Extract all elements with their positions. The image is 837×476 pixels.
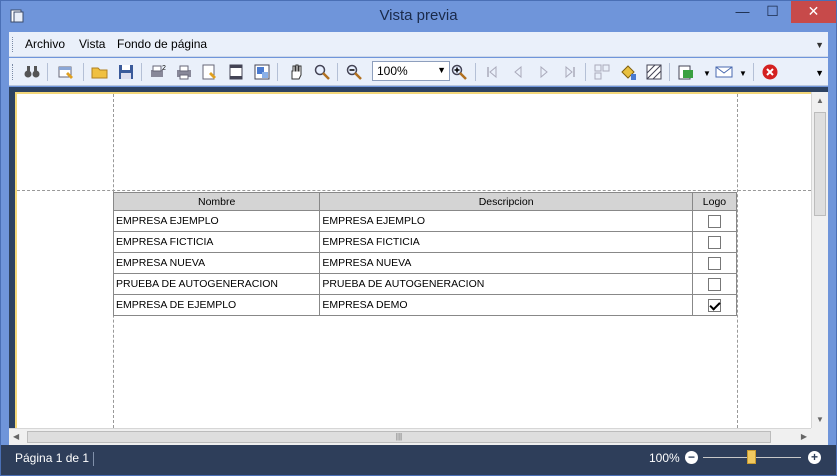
menubar-overflow-icon[interactable]: ▼ xyxy=(815,40,824,50)
logo-checkbox xyxy=(707,277,721,291)
zoom-in-icon[interactable] xyxy=(450,63,468,81)
cell-nombre: EMPRESA NUEVA xyxy=(112,252,321,274)
table-row: EMPRESA EJEMPLO EMPRESA EJEMPLO xyxy=(112,210,738,232)
fill-background-icon[interactable] xyxy=(619,63,637,81)
right-margin-line xyxy=(737,94,738,428)
email-dropdown-icon[interactable]: ▼ xyxy=(739,69,747,78)
print-setup-icon[interactable]: 2 xyxy=(149,63,167,81)
cell-descripcion: EMPRESA NUEVA xyxy=(319,252,693,274)
cell-descripcion: EMPRESA EJEMPLO xyxy=(319,210,693,232)
menu-fondo-de-pagina[interactable]: Fondo de página xyxy=(117,37,207,51)
vertical-scrollbar[interactable]: ▲ ▼ xyxy=(811,92,828,428)
cell-logo xyxy=(691,210,738,232)
toolbar-grip[interactable] xyxy=(12,64,15,80)
zoom-out-icon[interactable] xyxy=(345,63,363,81)
logo-checkbox xyxy=(707,256,721,270)
window-title: Vista previa xyxy=(379,7,458,24)
cell-logo xyxy=(691,273,738,295)
scroll-left-icon[interactable]: ◀ xyxy=(13,432,19,441)
cell-nombre: EMPRESA FICTICIA xyxy=(112,231,321,253)
svg-text:2: 2 xyxy=(162,65,166,72)
cell-nombre: EMPRESA DE EJEMPLO xyxy=(112,294,321,316)
chevron-down-icon[interactable]: ▼ xyxy=(437,65,446,75)
zoom-combo-value: 100% xyxy=(377,64,408,78)
cell-descripcion: EMPRESA DEMO xyxy=(319,294,693,316)
menubar-grip[interactable] xyxy=(12,37,15,52)
scroll-right-icon[interactable]: ▶ xyxy=(801,432,807,441)
zoom-slider-thumb[interactable] xyxy=(747,450,756,464)
menu-vista[interactable]: Vista xyxy=(79,37,105,51)
table-row: EMPRESA NUEVA EMPRESA NUEVA xyxy=(112,252,738,274)
scroll-down-icon[interactable]: ▼ xyxy=(816,415,824,424)
menu-archivo[interactable]: Archivo xyxy=(25,37,65,51)
report-table-body: EMPRESA EJEMPLO EMPRESA EJEMPLO EMPRESA FI… xyxy=(112,210,738,316)
preview-viewport[interactable]: Nombre Descripcion Logo EMPRESA EJEMPLO E… xyxy=(9,87,828,445)
cell-logo xyxy=(691,231,738,253)
header-band-line xyxy=(17,190,811,191)
page-indicator: Página 1 de 1 xyxy=(15,451,90,465)
next-page-icon[interactable] xyxy=(535,63,553,81)
scale-icon[interactable] xyxy=(253,63,271,81)
status-bar: Página 1 de 1 100% − + xyxy=(1,445,836,475)
save-icon[interactable] xyxy=(117,63,135,81)
page-setup-icon[interactable] xyxy=(227,63,245,81)
minimize-button[interactable]: — xyxy=(729,1,756,23)
close-window-button[interactable]: ✕ xyxy=(791,1,836,23)
column-header-descripcion: Descripcion xyxy=(319,192,693,211)
zoom-combo[interactable]: 100% ▼ xyxy=(372,61,450,81)
menu-bar: Archivo Vista Fondo de página ▼ xyxy=(9,32,828,57)
table-header-row: Nombre Descripcion Logo xyxy=(112,192,738,211)
cell-logo xyxy=(691,252,738,274)
quick-print-icon[interactable] xyxy=(201,63,219,81)
send-email-icon[interactable] xyxy=(715,63,733,81)
horizontal-scroll-thumb[interactable]: ||| xyxy=(27,431,771,443)
maximize-button[interactable]: ☐ xyxy=(759,1,786,23)
zoom-plus-button[interactable]: + xyxy=(808,451,821,464)
export-icon[interactable] xyxy=(677,63,695,81)
table-row: EMPRESA FICTICIA EMPRESA FICTICIA xyxy=(112,231,738,253)
last-page-icon[interactable] xyxy=(561,63,579,81)
previous-page-icon[interactable] xyxy=(509,63,527,81)
print-icon[interactable] xyxy=(175,63,193,81)
zoom-level-label: 100% xyxy=(649,451,680,465)
report-page: Nombre Descripcion Logo EMPRESA EJEMPLO E… xyxy=(15,92,811,428)
cell-nombre: PRUEBA DE AUTOGENERACION xyxy=(112,273,321,295)
find-icon[interactable] xyxy=(23,63,41,81)
first-page-icon[interactable] xyxy=(483,63,501,81)
export-dropdown-icon[interactable]: ▼ xyxy=(703,69,711,78)
watermark-icon[interactable] xyxy=(645,63,663,81)
cell-logo xyxy=(691,294,738,316)
open-icon[interactable] xyxy=(91,63,109,81)
vertical-scroll-thumb[interactable] xyxy=(814,112,826,216)
toolbar-overflow-icon[interactable]: ▼ xyxy=(815,68,824,78)
cell-nombre: EMPRESA EJEMPLO xyxy=(112,210,321,232)
logo-checkbox xyxy=(707,214,721,228)
close-preview-icon[interactable] xyxy=(761,63,779,81)
column-header-logo: Logo xyxy=(691,192,738,211)
table-row: PRUEBA DE AUTOGENERACION PRUEBA DE AUTOGE… xyxy=(112,273,738,295)
scroll-corner xyxy=(811,428,828,445)
title-bar[interactable]: Vista previa — ☐ ✕ xyxy=(1,1,836,31)
cell-descripcion: EMPRESA FICTICIA xyxy=(319,231,693,253)
status-divider xyxy=(93,452,94,466)
multiple-pages-icon[interactable] xyxy=(593,63,611,81)
report-table: Nombre Descripcion Logo EMPRESA EJEMPLO E… xyxy=(112,192,738,316)
parameters-icon[interactable] xyxy=(57,63,75,81)
hand-tool-icon[interactable] xyxy=(287,63,305,81)
column-header-nombre: Nombre xyxy=(112,192,321,211)
logo-checkbox-checked xyxy=(707,298,721,312)
logo-checkbox xyxy=(707,235,721,249)
magnifier-icon[interactable] xyxy=(313,63,331,81)
toolbar: 2 100% ▼ ▼ ▼ ▼ xyxy=(9,58,828,86)
horizontal-scrollbar[interactable]: ◀ ||| ▶ xyxy=(9,428,811,445)
cell-descripcion: PRUEBA DE AUTOGENERACION xyxy=(319,273,693,295)
scroll-up-icon[interactable]: ▲ xyxy=(816,96,824,105)
zoom-minus-button[interactable]: − xyxy=(685,451,698,464)
preview-window: Vista previa — ☐ ✕ Archivo Vista Fondo d… xyxy=(0,0,837,476)
table-row: EMPRESA DE EJEMPLO EMPRESA DEMO xyxy=(112,294,738,316)
